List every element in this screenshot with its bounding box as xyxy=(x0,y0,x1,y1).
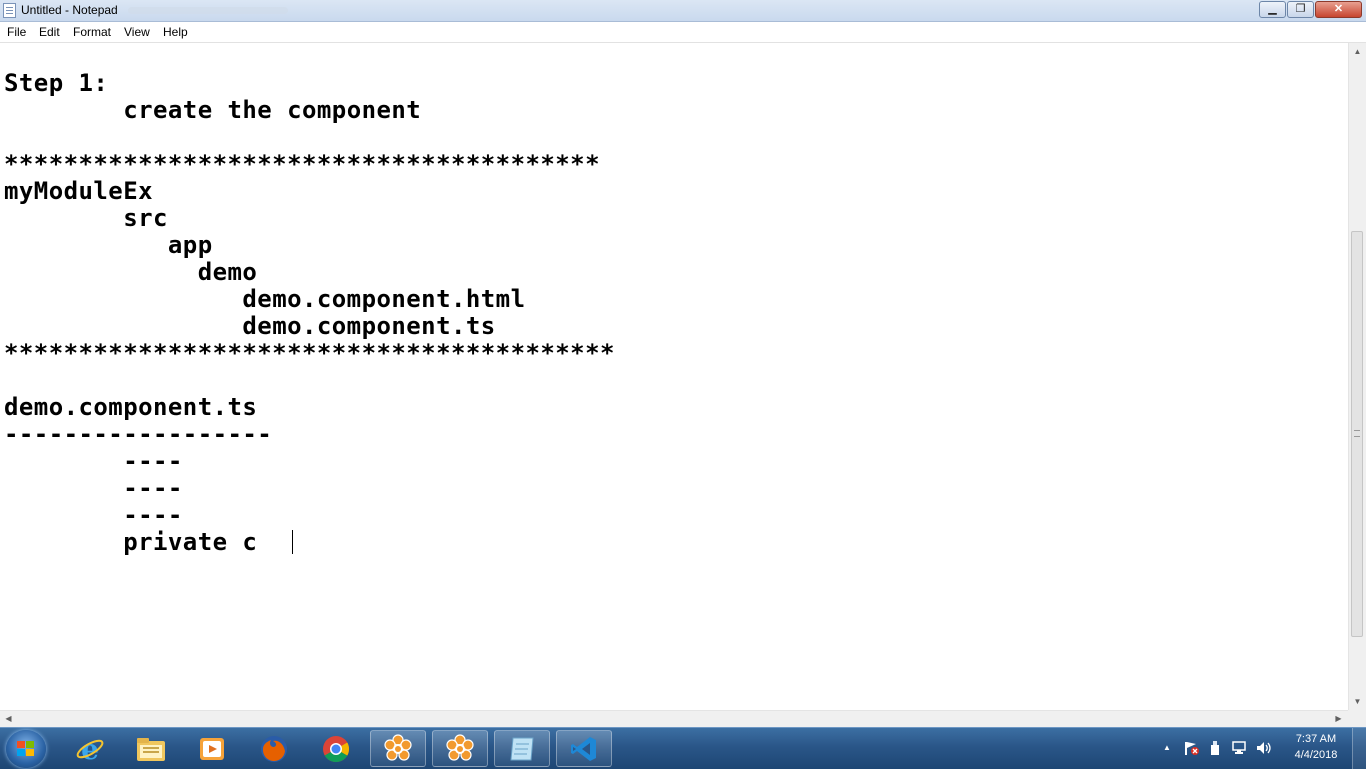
minimize-button[interactable]: ▁ xyxy=(1259,1,1286,18)
app-flower-icon xyxy=(446,733,474,761)
scroll-up-button[interactable]: ▲ xyxy=(1349,43,1366,60)
menu-edit[interactable]: Edit xyxy=(39,25,60,39)
vertical-scrollbar[interactable]: ▲ ▼ xyxy=(1348,43,1366,710)
menu-view[interactable]: View xyxy=(124,25,150,39)
removable-device-icon[interactable] xyxy=(1208,740,1222,756)
menu-help[interactable]: Help xyxy=(163,25,188,39)
app-flower-icon xyxy=(384,733,412,761)
menu-bar: File Edit Format View Help xyxy=(0,22,1366,43)
internet-explorer-icon: e xyxy=(76,734,104,764)
arrow-right-icon: ▶ xyxy=(1335,714,1342,723)
menu-file[interactable]: File xyxy=(7,25,26,39)
title-bar[interactable]: Untitled - Notepad ▁ ❐ ✕ xyxy=(0,0,1366,22)
volume-icon[interactable] xyxy=(1256,740,1272,756)
taskbar-file-explorer[interactable] xyxy=(123,730,179,767)
editor-content[interactable]: Step 1: create the component ***********… xyxy=(4,70,615,556)
scroll-down-button[interactable]: ▼ xyxy=(1349,693,1366,710)
taskbar-internet-explorer[interactable]: e xyxy=(62,730,118,767)
action-center-flag-icon[interactable] xyxy=(1183,740,1199,756)
restore-icon: ❐ xyxy=(1295,3,1306,15)
network-icon[interactable] xyxy=(1232,740,1248,756)
clock-date[interactable]: 4/4/2018 xyxy=(1291,749,1341,761)
chrome-icon xyxy=(323,735,350,762)
taskbar-vscode[interactable] xyxy=(556,730,612,767)
scroll-right-button[interactable]: ▶ xyxy=(1330,711,1347,727)
text-caret xyxy=(292,530,293,554)
notepad-icon xyxy=(510,737,534,760)
show-desktop-button[interactable] xyxy=(1352,728,1366,769)
start-button[interactable] xyxy=(6,730,46,768)
close-icon: ✕ xyxy=(1333,3,1344,15)
firefox-icon xyxy=(261,735,287,762)
taskbar-notepad[interactable] xyxy=(494,730,550,767)
taskbar-app-2[interactable] xyxy=(432,730,488,767)
scrollbar-corner xyxy=(1348,710,1366,727)
maximize-button[interactable]: ❐ xyxy=(1287,1,1314,18)
windows-logo-icon xyxy=(17,741,35,757)
arrow-down-icon: ▼ xyxy=(1353,697,1362,706)
vscode-icon xyxy=(571,736,596,761)
horizontal-scrollbar[interactable]: ◀ ▶ xyxy=(0,710,1348,727)
scroll-left-button[interactable]: ◀ xyxy=(0,711,17,727)
notepad-icon[interactable] xyxy=(3,3,16,18)
menu-format[interactable]: Format xyxy=(73,25,111,39)
taskbar-chrome[interactable] xyxy=(308,730,364,767)
grip-icon xyxy=(1354,430,1360,437)
taskbar-firefox[interactable] xyxy=(246,730,302,767)
taskbar: e ▲ 7:37 AM 4/4/2018 xyxy=(0,727,1366,769)
blurred-title-region xyxy=(128,7,288,14)
media-player-icon xyxy=(200,737,224,760)
taskbar-media-player[interactable] xyxy=(184,730,240,767)
svg-text:e: e xyxy=(81,734,99,764)
text-editor[interactable]: Step 1: create the component ***********… xyxy=(0,43,1348,710)
taskbar-app-1[interactable] xyxy=(370,730,426,767)
window-title: Untitled - Notepad xyxy=(21,3,118,17)
file-explorer-icon xyxy=(137,737,165,761)
clock-time[interactable]: 7:37 AM xyxy=(1291,733,1341,745)
show-hidden-icons-button[interactable]: ▲ xyxy=(1163,743,1171,752)
close-button[interactable]: ✕ xyxy=(1315,1,1362,18)
vertical-scroll-thumb[interactable] xyxy=(1351,231,1363,637)
arrow-up-icon: ▲ xyxy=(1353,47,1362,56)
arrow-left-icon: ◀ xyxy=(5,714,12,723)
minimize-icon: ▁ xyxy=(1268,3,1277,15)
